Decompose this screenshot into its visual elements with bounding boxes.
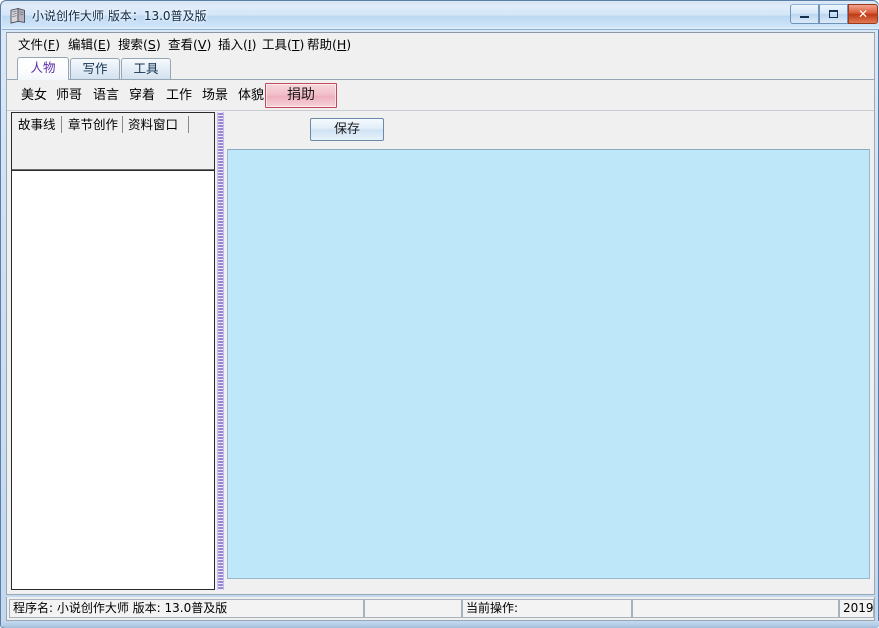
tool-link-appearance[interactable]: 体貌 [238,87,264,105]
status-cell-blank-2 [632,599,839,618]
tool-link-beauty[interactable]: 美女 [21,87,47,105]
status-cell-blank-1 [364,599,462,618]
main-tab-strip: 人物 写作 工具 [7,55,874,80]
left-tab-materials[interactable]: 资料窗口 [128,115,178,134]
client-area: 文件(F) 编辑(E) 搜索(S) 查看(V) 插入(I) 工具(T) 帮助(H… [6,32,875,595]
menu-item-help[interactable]: 帮助(H) [304,36,354,53]
editor-text-area[interactable] [227,149,870,579]
application-window: 小说创作大师 版本：13.0普及版 ✕ 文件(F) 编辑(E) 搜索(S) 查看… [0,0,879,628]
donate-button[interactable]: 捐助 [265,83,337,108]
close-icon: ✕ [857,7,869,21]
minimize-icon [791,5,818,23]
tab-tools[interactable]: 工具 [121,58,171,79]
maximize-button[interactable] [819,4,848,24]
left-tab-chapter[interactable]: 章节创作 [68,115,118,134]
toolbar: 美女 师哥 语言 穿着 工作 场景 体貌 捐助 [7,79,874,111]
storyline-list[interactable] [12,170,214,589]
left-tab-separator [188,116,189,133]
minimize-button[interactable] [790,4,819,24]
maximize-icon [820,5,847,23]
menu-item-search[interactable]: 搜索(S) [115,36,164,53]
status-year: 2019年 [839,599,874,618]
menu-item-tools[interactable]: 工具(T) [259,36,307,53]
left-tab-separator [122,116,123,133]
menu-item-edit[interactable]: 编辑(E) [65,36,114,53]
status-bar: 程序名: 小说创作大师 版本: 13.0普及版 当前操作: 2019年 [6,597,875,621]
tab-characters[interactable]: 人物 [17,57,69,80]
window-bottom-edge [2,621,879,628]
status-program-info: 程序名: 小说创作大师 版本: 13.0普及版 [9,599,364,618]
right-panel: 保存 [224,112,872,591]
left-tab-storyline[interactable]: 故事线 [18,115,56,134]
close-button[interactable]: ✕ [848,4,878,24]
save-button[interactable]: 保存 [310,118,384,141]
menu-item-file[interactable]: 文件(F) [15,36,63,53]
tool-link-handsome[interactable]: 师哥 [56,87,82,105]
tool-link-scene[interactable]: 场景 [202,87,228,105]
left-panel: 故事线 章节创作 资料窗口 [11,112,215,590]
title-bar[interactable]: 小说创作大师 版本：13.0普及版 ✕ [2,2,879,30]
status-current-operation: 当前操作: [462,599,632,618]
book-app-icon [10,8,25,24]
tool-link-language[interactable]: 语言 [93,87,119,105]
tool-link-clothing[interactable]: 穿着 [129,87,155,105]
menu-item-insert[interactable]: 插入(I) [215,36,259,53]
menu-bar: 文件(F) 编辑(E) 搜索(S) 查看(V) 插入(I) 工具(T) 帮助(H… [7,33,874,56]
splitter-grip-icon [218,112,223,590]
tool-link-work[interactable]: 工作 [166,87,192,105]
tab-writing[interactable]: 写作 [70,58,120,79]
menu-item-view[interactable]: 查看(V) [165,36,214,53]
window-title: 小说创作大师 版本：13.0普及版 [32,9,207,23]
panel-splitter[interactable] [217,112,224,590]
left-tab-strip: 故事线 章节创作 资料窗口 [12,113,214,170]
left-tab-separator [61,116,62,133]
work-area: 故事线 章节创作 资料窗口 保存 [7,111,874,594]
